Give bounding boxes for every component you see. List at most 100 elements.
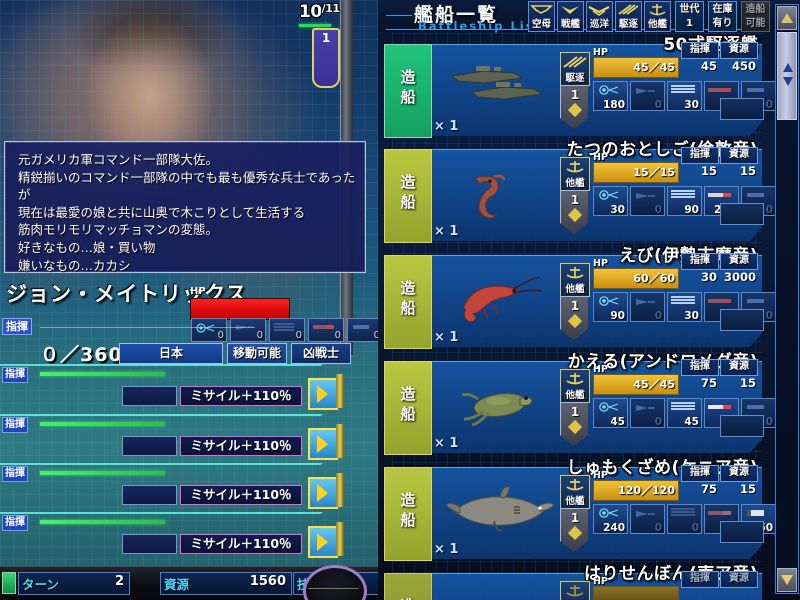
ship-hp-value: 45／45: [633, 378, 675, 391]
ship-extra-box[interactable]: [720, 98, 764, 120]
filter-carrier[interactable]: 空母: [528, 1, 555, 32]
skill-row[interactable]: 指揮 ミサイル＋110％: [0, 463, 355, 509]
skill-divider: [0, 512, 285, 514]
resource-value: 1560: [249, 574, 286, 589]
skill-divider: [0, 364, 285, 366]
skill-apply-button[interactable]: [308, 378, 338, 410]
skill-name[interactable]: ミサイル＋110％: [180, 485, 302, 505]
skill-apply-button[interactable]: [308, 428, 338, 460]
ship-hp-value: 45／45: [633, 61, 675, 74]
scroll-thumb[interactable]: [777, 32, 797, 120]
filter-cruiser[interactable]: 巡洋: [586, 1, 613, 32]
ship-row[interactable]: 造船 × 1 たつのおとしご(倫敦産) 他艦 1 HP 15／15 指揮 15 …: [384, 140, 776, 243]
filter-destroyer[interactable]: 駆逐: [615, 1, 642, 32]
ship-command-label: 指揮: [681, 253, 719, 270]
skill-name[interactable]: ミサイル＋110％: [180, 436, 302, 456]
side-badge[interactable]: 1: [312, 28, 340, 88]
ship-stat-lines-value: 90: [684, 204, 699, 216]
skill-row[interactable]: 指揮 ミサイル＋110％: [0, 512, 355, 558]
destroyer-sprite: [450, 66, 544, 100]
ship-hp-bar: [593, 586, 679, 600]
officer-stat-lines[interactable]: 0: [269, 318, 305, 342]
ship-hp-block: HP 15／15: [593, 152, 679, 183]
carrier-icon: [530, 5, 553, 14]
tag-country[interactable]: 日本: [119, 343, 223, 364]
skill-row[interactable]: 指揮 ミサイル＋110％: [0, 414, 355, 460]
generation-toggle[interactable]: 世代 1: [675, 1, 704, 32]
ship-hp-bar: 60／60: [593, 268, 679, 289]
scroll-up-button[interactable]: [777, 6, 797, 30]
list-scrollbar[interactable]: [775, 4, 799, 594]
build-button-label: 造船: [400, 68, 416, 106]
ship-hp-block: HP: [593, 576, 679, 600]
skill-divider-slant: [280, 414, 323, 416]
ship-extra-box[interactable]: [720, 415, 764, 437]
ship-row[interactable]: 造船 はりせんぼん(南ア産) 他艦 HP 指揮 資源: [384, 565, 762, 600]
ship-extra-box[interactable]: [720, 203, 764, 225]
shell-icon: [747, 193, 764, 197]
shark-sprite: [445, 486, 555, 532]
filter-cruiser-label: 巡洋: [589, 19, 609, 30]
tag-class[interactable]: 凶戦士: [291, 343, 351, 364]
torpedo-icon: [236, 325, 253, 330]
officer-stat-shell[interactable]: 0: [347, 318, 378, 342]
skill-value-box[interactable]: [122, 436, 177, 456]
ship-class-badge: 他艦: [560, 475, 590, 509]
build-button[interactable]: 造船: [384, 44, 432, 138]
ship-row[interactable]: 造船 × 1 かえる(アンドロメダ産) 他艦 1 HP 45／45 指揮 75 …: [384, 352, 776, 455]
skill-name[interactable]: ミサイル＋110％: [180, 534, 302, 554]
skill-name[interactable]: ミサイル＋110％: [180, 386, 302, 406]
skill-value-box[interactable]: [122, 534, 177, 554]
ship-command-cost: 指揮 15: [681, 147, 719, 182]
scroll-down-button[interactable]: [777, 568, 797, 592]
ship-row[interactable]: 造船 × 1 しゅもくざめ(ケニア産) 他艦 1 HP 120／120 指揮 7…: [384, 458, 776, 561]
ship-command-value: 30: [700, 270, 717, 284]
skill-gold-rail: [336, 424, 344, 458]
skill-apply-button[interactable]: [308, 526, 338, 558]
skill-row[interactable]: 指揮 ミサイル＋110％: [0, 364, 355, 410]
ship-stat-torpedo-value: 0: [654, 99, 662, 111]
ship-command-label: 指揮: [681, 465, 719, 482]
torpedo-icon: [636, 511, 655, 517]
skill-value-box[interactable]: [122, 485, 177, 505]
header-rule-left: [386, 15, 412, 16]
buildable-toggle[interactable]: 造船 可能: [741, 1, 770, 32]
ship-resource-value: 3000: [723, 270, 756, 284]
build-button[interactable]: 造船: [384, 149, 432, 243]
build-button[interactable]: 造船: [384, 255, 432, 349]
tag-move-status[interactable]: 移動可能: [227, 343, 287, 364]
ship-row[interactable]: 造船 × 1 50式駆逐艦 駆逐 1 HP: [384, 35, 776, 138]
ship-hp-block: HP 120／120: [593, 470, 679, 501]
build-button-label: 造船: [385, 596, 431, 600]
officer-stat-torpedo-value: 0: [256, 330, 263, 341]
ship-stat-torpedo: 0: [630, 186, 665, 216]
ship-hp-bar: 15／15: [593, 162, 679, 183]
ship-row[interactable]: 造船 × 1 えび(伊勢志摩産) 他艦 1 HP: [384, 246, 776, 349]
seahorse-sprite: [475, 174, 506, 219]
in-stock-toggle[interactable]: 在庫 有り: [708, 1, 737, 32]
ship-stat-lines: 30: [667, 292, 702, 322]
build-button[interactable]: 造船: [384, 361, 432, 455]
ship-resource-value: 15: [739, 164, 756, 178]
other-ship-icon: [566, 585, 584, 597]
officer-stat-torpedo[interactable]: 0: [230, 318, 266, 342]
skill-apply-button[interactable]: [308, 477, 338, 509]
gun-icon: [313, 325, 334, 329]
ship-extra-box[interactable]: [720, 309, 764, 331]
build-button[interactable]: 造船: [384, 573, 432, 600]
officer-stat-radar[interactable]: 0: [191, 318, 227, 342]
ship-generation-value: 1: [570, 511, 580, 525]
build-button[interactable]: 造船: [384, 467, 432, 561]
filter-other[interactable]: 他艦: [644, 1, 671, 32]
officer-stat-gun[interactable]: 0: [308, 318, 344, 342]
skill-gauge: [40, 422, 165, 426]
chevron-up-icon: [783, 63, 793, 72]
other-ship-icon: [649, 4, 666, 16]
in-stock-toggle-line1: 在庫: [712, 4, 733, 15]
ship-class-badge: 他艦: [560, 157, 590, 191]
torpedo-icon: [636, 88, 655, 94]
ship-extra-box[interactable]: [720, 521, 764, 543]
skill-value-box[interactable]: [122, 386, 177, 406]
command-underline: [40, 327, 255, 328]
filter-battleship[interactable]: 戦艦: [557, 1, 584, 32]
